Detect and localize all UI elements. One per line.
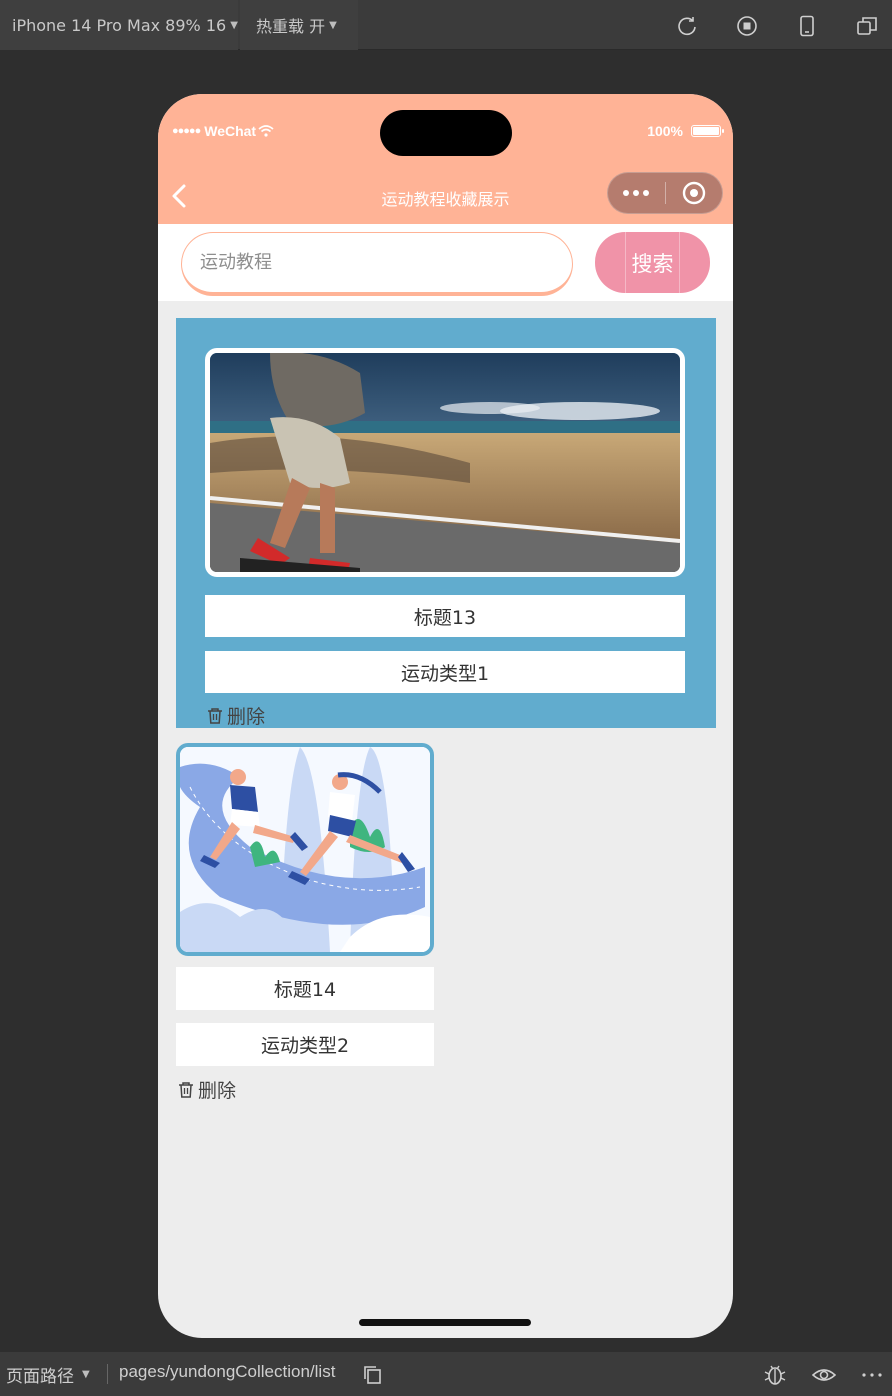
status-carrier: ●●●●● WeChat [172, 123, 274, 139]
wifi-icon [258, 125, 274, 137]
collection-card[interactable]: 标题13 运动类型1 删除 [176, 318, 716, 728]
item-type: 运动类型1 [205, 651, 685, 693]
preview-eye-icon[interactable] [812, 1363, 836, 1387]
miniprogram-capsule [607, 172, 723, 214]
phone-preview-icon[interactable] [796, 15, 818, 37]
chevron-down-icon: ▼ [82, 1369, 90, 1380]
item-title: 标题14 [176, 967, 434, 1010]
devtools-toolbar: iPhone 14 Pro Max 89% 16 ▼ 热重载 开 ▼ [0, 0, 892, 50]
search-bar: 搜索 [158, 224, 733, 301]
signal-icon: ●●●●● [172, 125, 201, 137]
exercise-image[interactable] [205, 348, 685, 577]
app-header: ●●●●● WeChat 100% 运动教程收藏展示 [158, 94, 733, 224]
devtools-statusbar: 页面路径 ▼ pages/yundongCollection/list [0, 1352, 892, 1396]
chevron-down-icon: ▼ [230, 19, 238, 31]
device-label: iPhone 14 Pro Max 89% 16 [12, 15, 227, 35]
delete-button[interactable]: 删除 [205, 702, 265, 729]
delete-button[interactable]: 删除 [176, 1076, 236, 1103]
search-input[interactable] [181, 232, 573, 296]
trash-icon [179, 1081, 193, 1098]
divider [107, 1364, 108, 1384]
close-miniprogram-icon[interactable] [665, 181, 722, 205]
device-selector[interactable]: iPhone 14 Pro Max 89% 16 ▼ [0, 0, 238, 50]
battery-label: 100% [647, 123, 683, 139]
more-options-icon[interactable] [860, 1363, 884, 1387]
status-battery: 100% [647, 123, 724, 139]
debug-bug-icon[interactable] [763, 1363, 787, 1387]
item-type: 运动类型2 [176, 1023, 434, 1066]
delete-label: 删除 [227, 706, 266, 728]
hot-reload-label: 热重载 开 [256, 17, 326, 36]
search-button[interactable]: 搜索 [595, 232, 710, 293]
refresh-icon[interactable] [676, 15, 698, 37]
trash-icon [208, 707, 222, 724]
battery-icon [691, 125, 724, 137]
chevron-down-icon: ▼ [329, 19, 337, 31]
phone-simulator: ●●●●● WeChat 100% 运动教程收藏展示 运动教程 搜索 标题13 … [158, 94, 733, 1338]
copy-icon[interactable] [361, 1363, 385, 1387]
home-indicator [359, 1319, 531, 1326]
page-path-selector[interactable]: 页面路径 ▼ [6, 1362, 90, 1387]
item-title: 标题13 [205, 595, 685, 637]
delete-label: 删除 [198, 1080, 237, 1102]
stop-icon[interactable] [736, 15, 758, 37]
page-path: pages/yundongCollection/list [119, 1362, 336, 1381]
more-icon[interactable] [608, 190, 665, 196]
dynamic-island [380, 110, 512, 156]
hot-reload-toggle[interactable]: 热重载 开 ▼ [240, 0, 358, 50]
carrier-label: WeChat [204, 123, 257, 139]
detach-window-icon[interactable] [856, 15, 878, 37]
exercise-image[interactable] [176, 743, 434, 956]
page-path-label: 页面路径 [6, 1367, 74, 1387]
